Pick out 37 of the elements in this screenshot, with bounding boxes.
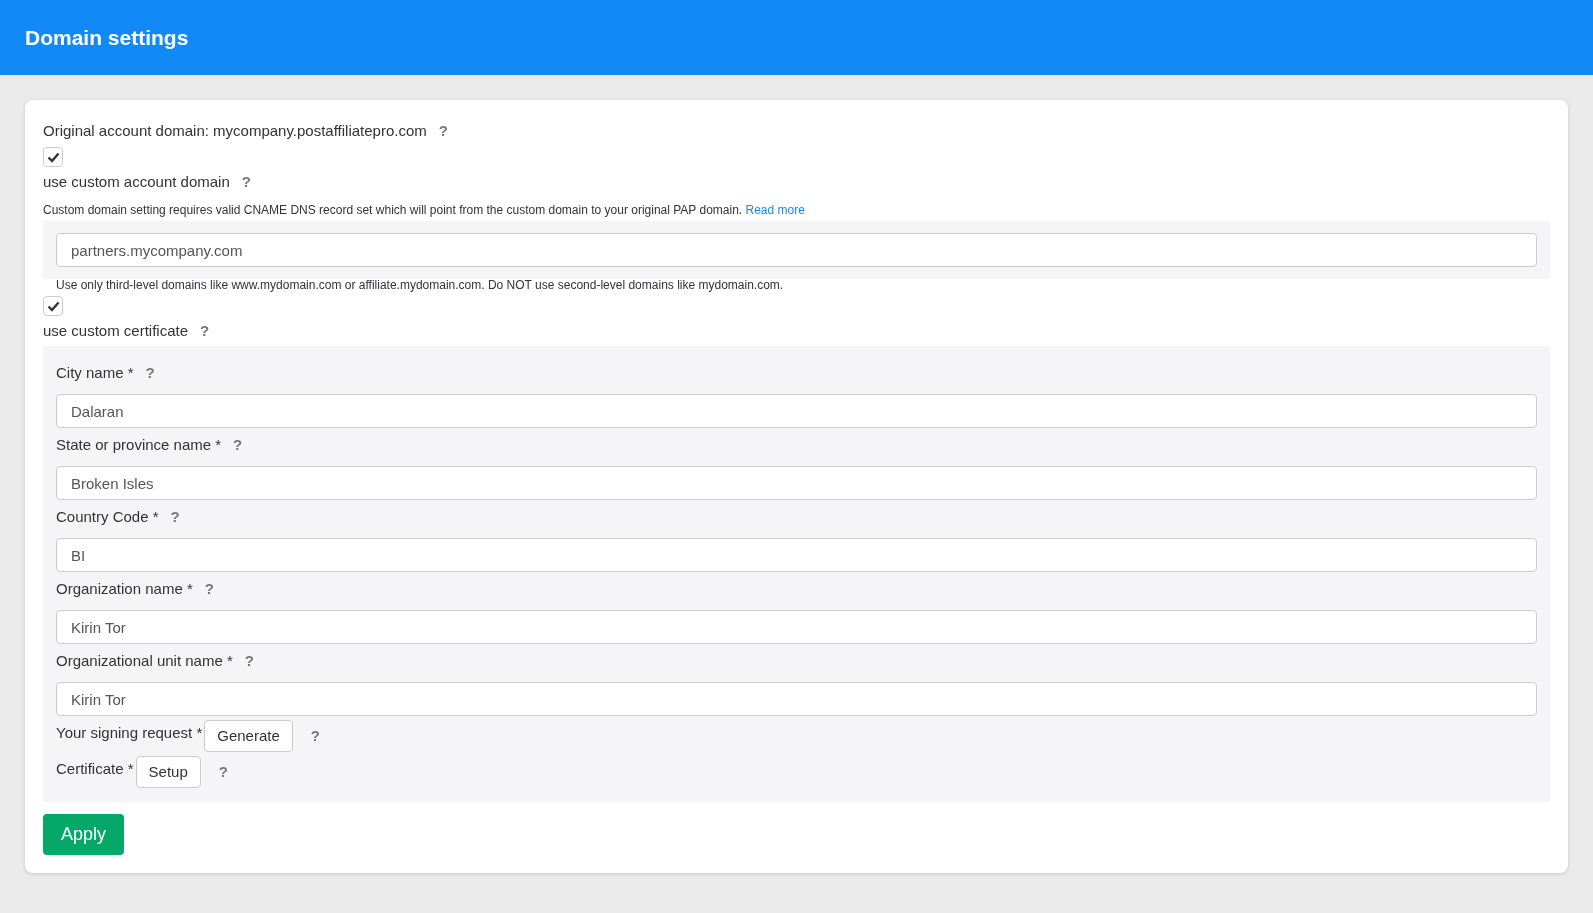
action-button[interactable]: Generate: [204, 720, 293, 752]
domain-label: Original account domain: mycompany.postaffiliatepro.com: [43, 120, 427, 141]
help-icon[interactable]: ?: [310, 724, 320, 748]
field-label: City name *: [56, 362, 134, 383]
help-icon[interactable]: ?: [218, 760, 228, 784]
checkmark-icon: [46, 151, 60, 163]
checkbox[interactable]: [43, 147, 63, 167]
read-more-link[interactable]: Read more: [745, 203, 805, 217]
action-button[interactable]: Setup: [135, 756, 201, 788]
text-field[interactable]: Broken Isles: [56, 466, 1537, 500]
page-title: Domain settings: [25, 24, 189, 51]
checkbox-label: use custom account domain: [43, 171, 230, 192]
help-icon[interactable]: ?: [170, 505, 180, 529]
field-label: Organizational unit name *: [56, 650, 233, 671]
field-label: Certificate *: [56, 759, 134, 779]
help-icon[interactable]: ?: [204, 577, 214, 601]
text-field[interactable]: Kirin Tor: [56, 682, 1537, 716]
field-label: State or province name *: [56, 434, 222, 455]
checkbox[interactable]: [43, 296, 63, 316]
help-icon[interactable]: ?: [244, 649, 254, 673]
text-field[interactable]: BI: [56, 538, 1537, 572]
text-field[interactable]: Kirin Tor: [56, 610, 1537, 644]
help-icon[interactable]: ?: [145, 361, 155, 385]
checkmark-icon: [46, 300, 60, 312]
help-icon[interactable]: ?: [241, 170, 251, 194]
help-icon[interactable]: ?: [200, 319, 210, 343]
hint-text: Use only third-level domains like www.mydomain.com or affiliate.mydomain.com. Do NOT use second-level domains like mydomain.com.: [55, 277, 785, 294]
field-label: Your signing request *: [56, 723, 203, 743]
apply-button[interactable]: Apply: [43, 814, 125, 855]
help-icon[interactable]: ?: [438, 119, 448, 143]
help-icon[interactable]: ?: [233, 433, 243, 457]
checkbox-label: use custom certificate: [43, 320, 189, 341]
info-text: Custom domain setting requires valid CNAME DNS record set which will point from the custom domain to your original PAP domain. Read more: [43, 202, 806, 219]
field-label: Organization name *: [56, 578, 193, 599]
field-label: Country Code *: [56, 506, 159, 527]
text-field[interactable]: partners.mycompany.com: [56, 233, 1537, 267]
text-field[interactable]: Dalaran: [56, 394, 1537, 428]
